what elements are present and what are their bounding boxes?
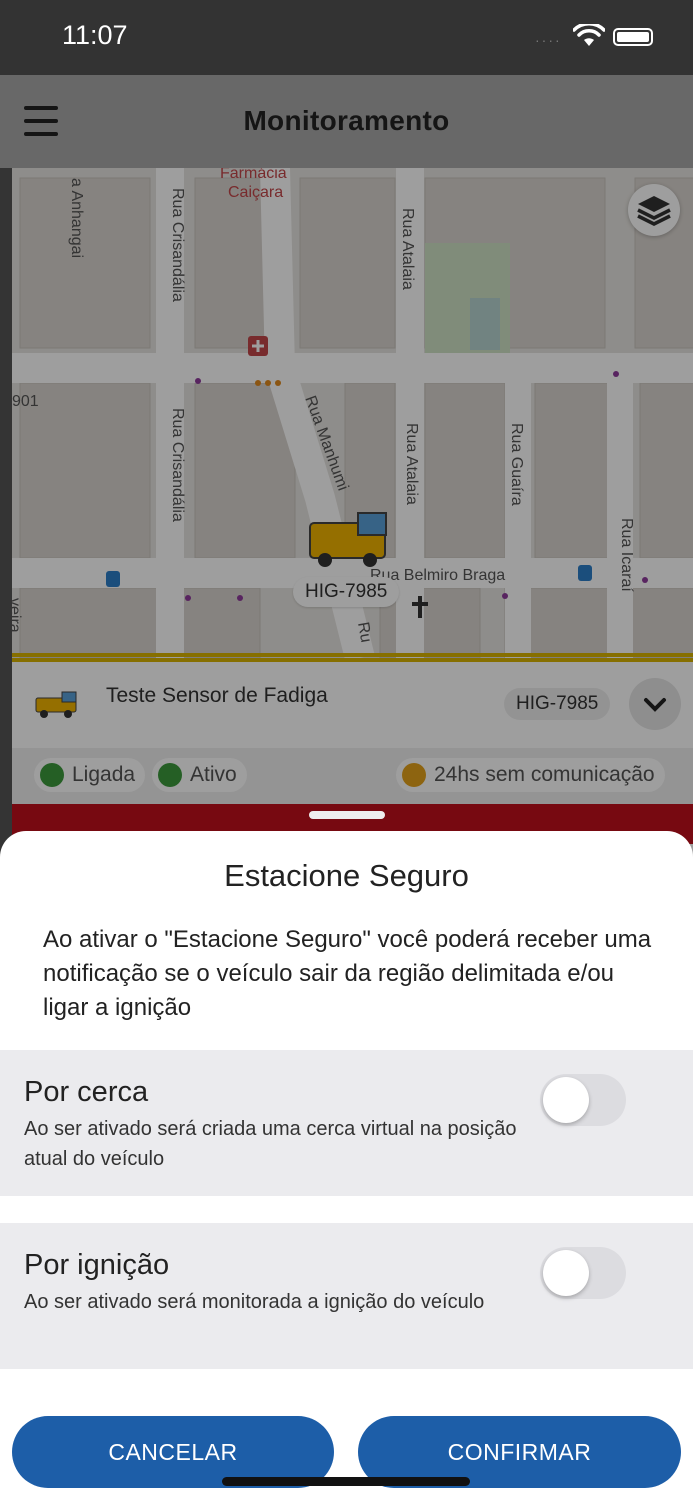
sheet-description: Ao ativar o "Estacione Seguro" você pode… — [43, 926, 652, 1021]
status-time: 11:07 — [62, 20, 128, 50]
option-description: Ao ser ativado será criada uma cerca vir… — [24, 1118, 517, 1170]
home-indicator — [222, 1477, 470, 1486]
signal-dots-icon: ···· — [535, 32, 562, 48]
option-description: Ao ser ativado será monitorada a ignição… — [24, 1291, 485, 1313]
modal-overlay[interactable] — [0, 75, 693, 865]
sheet-drag-handle[interactable] — [309, 811, 385, 819]
wifi-icon — [573, 24, 605, 46]
option-por-cerca: Por cerca Ao ser ativado será criada uma… — [0, 1050, 693, 1196]
toggle-knob — [543, 1077, 589, 1123]
sheet-title: Estacione Seguro — [224, 858, 469, 893]
bottom-sheet: Estacione Seguro Ao ativar o "Estacione … — [0, 831, 693, 1500]
option-title: Por cerca — [24, 1076, 149, 1108]
toggle-knob — [543, 1250, 589, 1296]
ignition-toggle[interactable] — [540, 1247, 626, 1299]
fence-toggle[interactable] — [540, 1074, 626, 1126]
option-por-ignicao: Por ignição Ao ser ativado será monitora… — [0, 1223, 693, 1369]
status-bar: 11:07 ···· — [0, 0, 693, 75]
battery-icon — [613, 28, 653, 46]
option-title: Por ignição — [24, 1249, 170, 1281]
